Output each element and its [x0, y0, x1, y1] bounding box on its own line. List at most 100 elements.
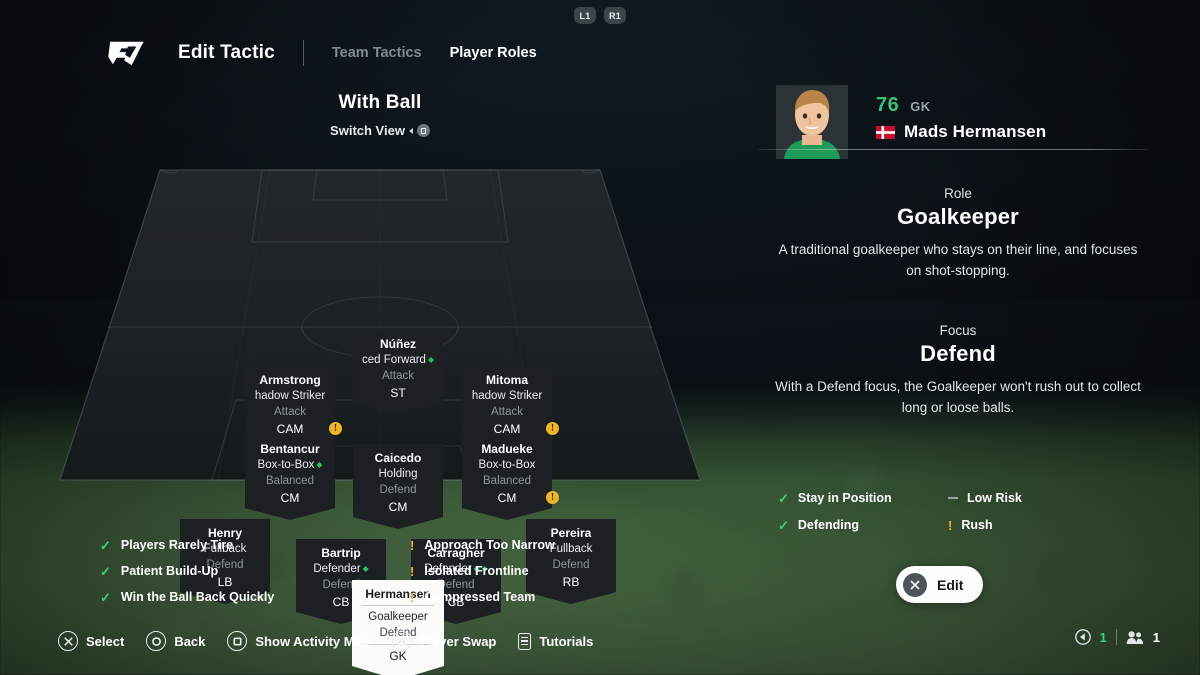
ps-square-icon	[227, 631, 248, 651]
player-card-focus: Balanced	[483, 475, 531, 487]
player-card-name: Madueke	[481, 442, 533, 456]
player-card-focus: Attack	[382, 370, 414, 382]
trait-label: Rush	[961, 518, 993, 532]
square-button-icon	[416, 124, 430, 137]
warning-icon: !	[410, 537, 415, 553]
ps-cross-icon	[903, 572, 927, 597]
trait-label: Stay in Position	[797, 491, 892, 505]
player-card-role: Holding	[378, 468, 418, 480]
ps-triangle-icon	[391, 631, 412, 651]
player-card-focus: Attack	[491, 406, 523, 418]
check-icon: ✓	[100, 589, 111, 605]
footer-indicators: 1 1	[1074, 629, 1160, 645]
check-icon: ✓	[100, 563, 111, 579]
player-card-role: hadow Striker	[254, 390, 326, 402]
player-card-name: Bentancur	[260, 442, 320, 456]
role-section: Role Goalkeeper A traditional goalkeeper…	[748, 186, 1168, 281]
tactic-summary-item: ✓ Players Rarely Tire	[100, 538, 410, 552]
back-arrow-icon	[1074, 629, 1091, 645]
player-card-role: Box-to-Box	[248, 457, 332, 473]
trait-item: ✓ Defending	[778, 518, 948, 532]
pitch-title: With Ball	[338, 92, 422, 113]
tactic-summary-label: Approach Too Narrow	[424, 538, 555, 552]
header: L1 R1 Edit Tactic Team Tactics Player Ro…	[0, 0, 1200, 88]
pitch: Núñez ced Forward Attack ST Armstrong hadow S…	[0, 150, 760, 675]
trait-label: Defending	[797, 518, 860, 532]
role-value: Goalkeeper	[897, 204, 1019, 229]
tactic-summary-item: ! Approach Too Narrow	[410, 538, 660, 552]
player-warning-badge[interactable]: !	[329, 422, 342, 435]
check-icon: ✓	[100, 537, 111, 553]
player-card-name: Mitoma	[486, 373, 528, 387]
players-icon	[1126, 630, 1143, 644]
player-warning-badge[interactable]: !	[546, 491, 559, 504]
player-card-name: Caicedo	[374, 451, 422, 465]
player-card-role: Goalkeeper	[368, 611, 428, 623]
tab-player-roles[interactable]: Player Roles	[450, 45, 537, 61]
ps-circle-icon	[146, 631, 167, 651]
tactic-summary-item: ✓ Win the Ball Back Quickly	[100, 590, 410, 604]
warning-icon: !	[410, 589, 415, 605]
player-card-name: Núñez	[380, 337, 416, 351]
shoulder-button-r1[interactable]: R1	[604, 7, 626, 24]
chevron-left-icon	[408, 127, 413, 134]
dash-icon	[948, 497, 958, 499]
check-icon: ✓	[778, 517, 789, 533]
footer-action-label: Select	[86, 633, 125, 649]
edit-button-label: Edit	[937, 576, 964, 593]
warning-icon: !	[410, 563, 415, 579]
footer-action-select[interactable]: Select	[58, 631, 124, 651]
player-card-focus: Defend	[379, 484, 417, 496]
player-rating: 76	[876, 94, 900, 116]
player-card-caicedo[interactable]: Caicedo Holding Defend CM	[353, 444, 443, 529]
player-card-role: Box-to-Box	[478, 459, 536, 471]
footer-action-tutorials[interactable]: Tutorials	[518, 632, 594, 650]
tactic-summary-item: ✓ Patient Build-Up	[100, 564, 410, 578]
player-name: Mads Hermansen	[904, 122, 1047, 141]
page-title: Edit Tactic	[178, 42, 275, 63]
footer-indicator-divider	[1115, 629, 1117, 645]
tactic-summary-item: ! Compressed Team	[410, 590, 660, 604]
player-warning-badge[interactable]: !	[546, 422, 559, 435]
focus-section: Focus Defend With a Defend focus, the Go…	[748, 323, 1168, 418]
footer-action-show-activity-map[interactable]: Show Activity Map	[227, 631, 370, 651]
tactic-summary-label: Patient Build-Up	[120, 564, 219, 578]
shoulder-button-row: L1 R1	[0, 7, 1200, 24]
focus-value: Defend	[920, 341, 996, 366]
ea-fc-logo-icon	[108, 41, 144, 66]
player-card-madueke[interactable]: Madueke Box-to-Box Balanced CM	[462, 435, 552, 520]
footer-action-back[interactable]: Back	[146, 631, 205, 651]
ps-cross-icon	[58, 631, 78, 651]
player-card-focus: Attack	[274, 406, 306, 418]
footer-action-label: Tutorials	[539, 633, 594, 649]
player-hero: 76 GK Mads Hermansen	[748, 85, 1168, 162]
shoulder-button-l1[interactable]: L1	[574, 7, 596, 24]
header-bar: Edit Tactic Team Tactics Player Roles	[108, 38, 537, 68]
check-icon: ✓	[778, 490, 789, 506]
trait-item: Low Risk	[948, 491, 1108, 505]
footer-action-label: Show Activity Map	[255, 633, 370, 649]
footer-action-bar: Select Back Show Activity Map Player Swap Tu…	[58, 626, 593, 656]
edit-button[interactable]: Edit	[896, 566, 984, 603]
player-card-position: CM	[388, 500, 408, 514]
indicator-count-1: 1	[1099, 629, 1107, 645]
player-card-nez[interactable]: Núñez ced Forward Attack ST	[353, 330, 443, 415]
pitch-header: With Ball Switch View	[0, 92, 760, 138]
player-position: GK	[910, 99, 931, 114]
switch-view-button[interactable]: Switch View	[0, 123, 760, 138]
denmark-flag-icon	[876, 125, 895, 139]
traits-grid: ✓ Stay in Position Low Risk ✓ Defending! Rush	[778, 491, 1108, 532]
tactic-summary-grid: ✓ Players Rarely Tire! Approach Too Narrow…	[100, 538, 660, 604]
player-card-bentancur[interactable]: Bentancur Box-to-Box Balanced CM	[245, 435, 335, 520]
role-gem-icon	[427, 357, 434, 363]
player-card-position: CM	[497, 491, 517, 505]
player-detail-panel: 76 GK Mads Hermansen Role Goalkeeper A t…	[748, 85, 1168, 418]
tactic-summary-label: Win the Ball Back Quickly	[120, 590, 275, 604]
player-card-position: CM	[280, 491, 300, 505]
focus-description: With a Defend focus, the Goalkeeper won'…	[775, 379, 1141, 415]
indicator-count-2: 1	[1152, 629, 1160, 645]
tab-team-tactics[interactable]: Team Tactics	[332, 45, 422, 61]
tactic-summary-label: Compressed Team	[424, 590, 536, 604]
tactic-summary: ✓ Players Rarely Tire! Approach Too Narrow…	[100, 538, 660, 604]
footer-action-player-swap[interactable]: Player Swap	[391, 631, 496, 651]
